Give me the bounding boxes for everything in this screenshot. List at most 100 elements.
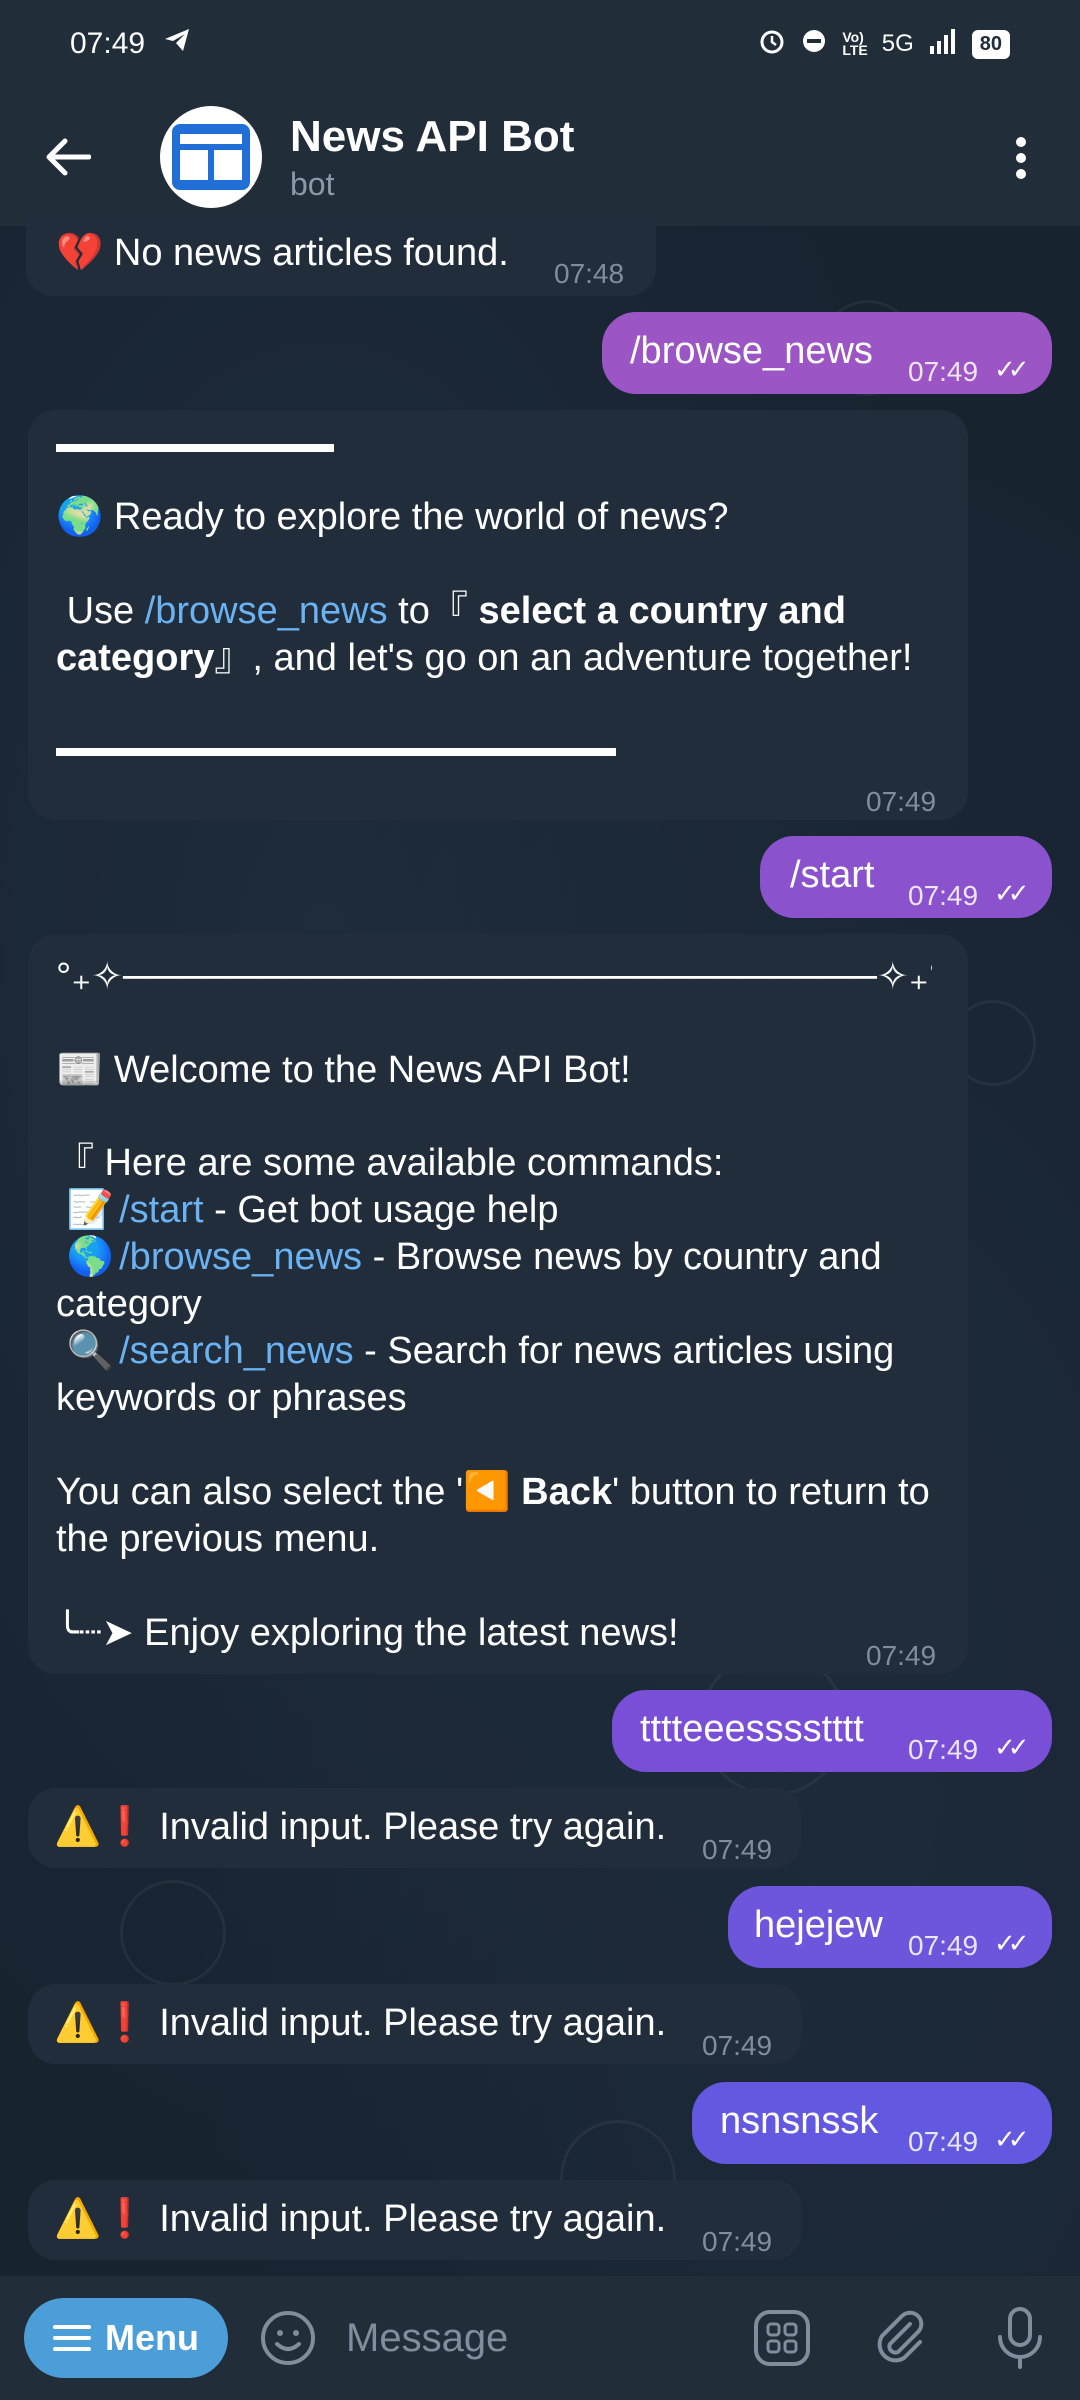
chat-subtitle: bot bbox=[290, 165, 335, 202]
battery-icon: 80 bbox=[971, 29, 1010, 59]
microphone-icon bbox=[998, 2307, 1042, 2369]
hamburger-icon bbox=[53, 2325, 91, 2351]
incoming-message[interactable]: 💔 No news articles found. 07:48 bbox=[26, 216, 656, 296]
message-input[interactable] bbox=[344, 2314, 708, 2362]
message-text: Invalid input. Please try again. bbox=[159, 2198, 667, 2240]
broken-heart-icon: 💔 bbox=[56, 232, 104, 274]
divider-line bbox=[56, 444, 334, 452]
back-button[interactable] bbox=[0, 88, 136, 226]
decorative-line: °₊✧────────────────────────────✧₊° bbox=[56, 956, 932, 998]
paperclip-icon bbox=[877, 2310, 924, 2363]
outgoing-message[interactable]: tttteeesssstttt 07:49 ✓✓ bbox=[612, 1690, 1052, 1772]
globe-icon: 🌍 bbox=[56, 496, 104, 538]
smiley-icon bbox=[261, 2311, 315, 2365]
telegram-chat-screen: 07:49 Vo) LTE 5G 80 News API Bot bot 💔 N… bbox=[0, 0, 1080, 2400]
bracket-open: 『 bbox=[429, 590, 468, 632]
message-time: 07:49 bbox=[866, 1640, 937, 1671]
command-description: - Get bot usage help bbox=[203, 1189, 559, 1231]
message-text: /start bbox=[790, 854, 875, 896]
footer-line: ╰┈➤ Enjoy exploring the latest news! bbox=[56, 1612, 679, 1654]
commands-intro: 『 Here are some available commands: bbox=[56, 1142, 724, 1184]
warning-icon: ⚠️❗ bbox=[54, 1806, 149, 1848]
back-hint: You can also select the '◀️ Back' button… bbox=[56, 1469, 932, 1563]
message-time: 07:49 bbox=[908, 356, 979, 387]
warning-icon: ⚠️❗ bbox=[54, 2002, 149, 2044]
message-text: Invalid input. Please try again. bbox=[159, 2002, 667, 2044]
message-text: Use bbox=[66, 590, 135, 632]
double-check-icon: ✓✓ bbox=[994, 1732, 1029, 1762]
message-text: /browse_news bbox=[630, 330, 873, 372]
start-command-link[interactable]: /start bbox=[119, 1189, 203, 1231]
message-time: 07:49 bbox=[908, 2126, 979, 2157]
magnifier-icon: 🔍 bbox=[66, 1330, 114, 1372]
double-check-icon: ✓✓ bbox=[994, 2124, 1029, 2154]
outgoing-message[interactable]: nsnsnssk 07:49 ✓✓ bbox=[692, 2082, 1052, 2164]
alarm-icon bbox=[758, 27, 786, 62]
menu-button[interactable]: Menu bbox=[24, 2298, 228, 2378]
menu-label: Menu bbox=[105, 2317, 199, 2358]
message-time: 07:48 bbox=[554, 258, 625, 289]
message-text: tttteeesssstttt bbox=[640, 1708, 864, 1750]
dnd-icon bbox=[800, 27, 828, 62]
incoming-message[interactable]: ⚠️❗ Invalid input. Please try again. 07:… bbox=[28, 1788, 802, 1868]
message-line: Ready to explore the world of news? bbox=[113, 496, 729, 538]
welcome-text: Welcome to the News API Bot! bbox=[113, 1049, 631, 1091]
more-options-button[interactable] bbox=[986, 118, 1056, 198]
globe-americas-icon: 🌎 bbox=[66, 1236, 114, 1278]
memo-icon: 📝 bbox=[66, 1189, 114, 1231]
chat-header: News API Bot bot bbox=[0, 88, 1080, 226]
message-text: , and let's go on an adventure together! bbox=[252, 637, 913, 679]
bracket-close: 』 bbox=[214, 637, 253, 679]
warning-icon: ⚠️❗ bbox=[54, 2198, 149, 2240]
message-time: 07:49 bbox=[908, 1930, 979, 1961]
status-bar: 07:49 Vo) LTE 5G 80 bbox=[0, 0, 1080, 88]
message-text: No news articles found. bbox=[113, 232, 509, 274]
message-time: 07:49 bbox=[702, 2226, 773, 2257]
message-text: hejejew bbox=[754, 1904, 883, 1946]
command-line-search: 🔍 /search_news - Search for news article… bbox=[56, 1328, 932, 1422]
message-text: nsnsnssk bbox=[720, 2100, 879, 2142]
emoji-button[interactable] bbox=[258, 2308, 318, 2368]
attach-button[interactable] bbox=[862, 2300, 938, 2376]
back-arrow-icon: ◀️ bbox=[463, 1471, 511, 1513]
browse-news-command-link[interactable]: /browse_news bbox=[119, 1236, 362, 1278]
newspaper-icon bbox=[172, 124, 250, 190]
voice-message-button[interactable] bbox=[982, 2300, 1058, 2376]
telegram-notification-icon bbox=[163, 27, 191, 61]
divider-line bbox=[56, 748, 616, 756]
message-paragraph: Use /browse_news to『 select a country an… bbox=[56, 588, 932, 682]
double-check-icon: ✓✓ bbox=[994, 354, 1029, 384]
message-time: 07:49 bbox=[702, 1834, 773, 1865]
command-line-browse: 🌎 /browse_news - Browse news by country … bbox=[56, 1234, 932, 1328]
incoming-message[interactable]: ⚠️❗ Invalid input. Please try again. 07:… bbox=[28, 2180, 802, 2260]
outgoing-message[interactable]: hejejew 07:49 ✓✓ bbox=[728, 1886, 1052, 1968]
incoming-message[interactable]: 🌍 Ready to explore the world of news? Us… bbox=[28, 410, 968, 820]
grid-keyboard-icon bbox=[754, 2310, 810, 2366]
double-check-icon: ✓✓ bbox=[994, 1928, 1029, 1958]
message-text: Invalid input. Please try again. bbox=[159, 1806, 667, 1848]
outgoing-message[interactable]: /browse_news 07:49 ✓✓ bbox=[602, 312, 1052, 394]
outgoing-message[interactable]: /start 07:49 ✓✓ bbox=[760, 836, 1052, 918]
chat-title-block[interactable]: News API Bot bot bbox=[290, 112, 574, 203]
status-time: 07:49 bbox=[70, 27, 146, 60]
search-news-command-link[interactable]: /search_news bbox=[119, 1330, 353, 1372]
chat-title: News API Bot bbox=[290, 111, 575, 161]
message-text: to bbox=[398, 590, 430, 632]
newspaper-emoji-icon: 📰 bbox=[56, 1049, 104, 1091]
bot-avatar[interactable] bbox=[160, 106, 262, 208]
more-vertical-icon bbox=[1016, 137, 1026, 179]
command-line-start: 📝 /start - Get bot usage help bbox=[56, 1187, 932, 1234]
bold-text: Back bbox=[521, 1471, 612, 1513]
signal-icon bbox=[928, 28, 958, 61]
bot-keyboard-button[interactable] bbox=[744, 2300, 820, 2376]
incoming-message[interactable]: ⚠️❗ Invalid input. Please try again. 07:… bbox=[28, 1984, 802, 2064]
incoming-message[interactable]: °₊✧────────────────────────────✧₊° 📰 Wel… bbox=[28, 934, 968, 1674]
volte-icon: Vo) LTE bbox=[842, 29, 868, 58]
message-time: 07:49 bbox=[702, 2030, 773, 2061]
message-time: 07:49 bbox=[866, 786, 937, 817]
browse-news-command-link[interactable]: /browse_news bbox=[145, 590, 388, 632]
network-type: 5G bbox=[881, 30, 914, 57]
arrow-left-icon bbox=[46, 138, 91, 176]
message-time: 07:49 bbox=[908, 1734, 979, 1765]
message-text: You can also select the ' bbox=[56, 1471, 464, 1513]
